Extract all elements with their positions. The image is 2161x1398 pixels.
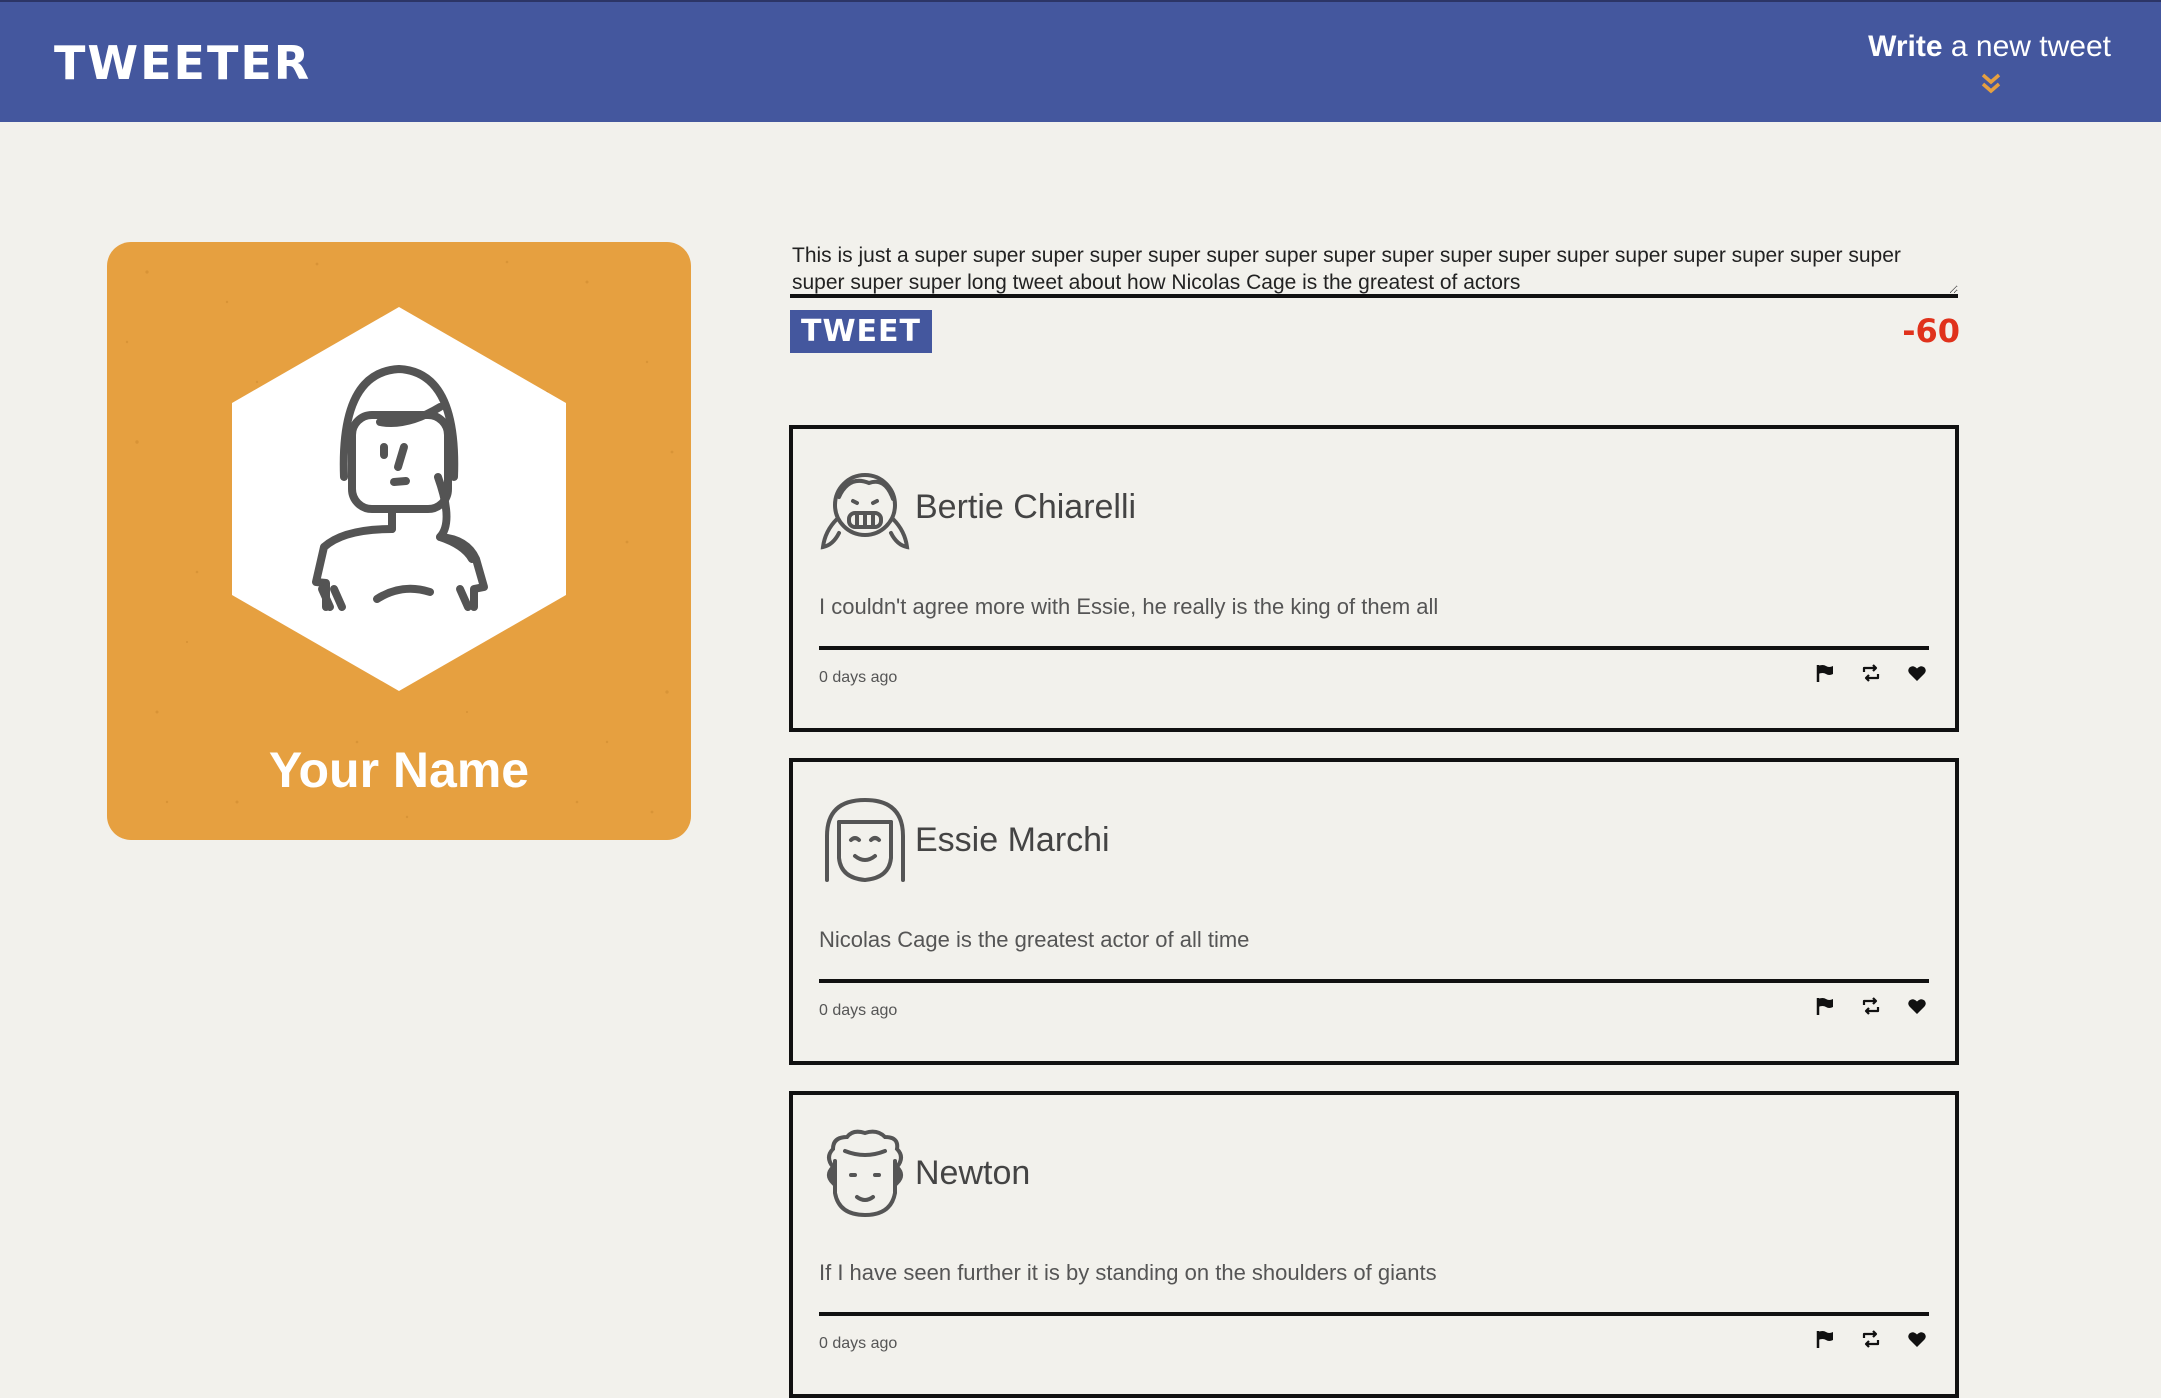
write-new-tweet-toggle[interactable]: Write a new tweet (1851, 28, 2111, 94)
profile-name: Your Name (268, 742, 530, 798)
write-label-bold: Write (1868, 30, 1943, 63)
tweet-divider (819, 646, 1929, 650)
top-nav: TWEETER Write a new tweet (0, 0, 2161, 122)
retweet-icon[interactable] (1861, 663, 1881, 683)
tweet-actions (1815, 663, 1927, 683)
tweet-timestamp: 0 days ago (819, 1002, 898, 1019)
grinning-girl-avatar-icon (820, 473, 910, 550)
curly-hair-man-avatar-icon (827, 1129, 903, 1218)
tweet-divider (819, 1312, 1929, 1316)
heart-icon[interactable] (1907, 996, 1927, 1016)
smiling-girl-avatar-icon (825, 797, 905, 883)
heart-icon[interactable] (1907, 663, 1927, 683)
tweet-timestamp: 0 days ago (819, 1335, 898, 1352)
write-label-rest: a new tweet (1942, 30, 2111, 63)
character-counter: -60 (1902, 312, 1960, 350)
tweet-card: Essie Marchi Nicolas Cage is the greates… (789, 758, 1959, 1065)
flag-icon[interactable] (1815, 663, 1835, 683)
tweet-timestamp: 0 days ago (819, 669, 898, 686)
flag-icon[interactable] (1815, 1329, 1835, 1349)
tweet-author: Newton (915, 1154, 1031, 1192)
new-tweet-form: This is just a super super super super s… (790, 240, 1960, 353)
flag-icon[interactable] (1815, 996, 1835, 1016)
girl-avatar-icon (232, 307, 566, 691)
tweet-card: Newton If I have seen further it is by s… (789, 1091, 1959, 1398)
tweet-divider (819, 979, 1929, 983)
tweet-author: Essie Marchi (915, 821, 1110, 859)
tweet-author: Bertie Chiarelli (915, 488, 1137, 526)
heart-icon[interactable] (1907, 1329, 1927, 1349)
tweet-content: If I have seen further it is by standing… (819, 1260, 1437, 1285)
tweet-card: Bertie Chiarelli I couldn't agree more w… (789, 425, 1959, 732)
retweet-icon[interactable] (1861, 996, 1881, 1016)
retweet-icon[interactable] (1861, 1329, 1881, 1349)
tweet-button[interactable]: TWEET (790, 310, 932, 353)
profile-card: Your Name (107, 242, 691, 840)
double-chevron-down-icon[interactable] (1979, 72, 2003, 96)
tweet-content: Nicolas Cage is the greatest actor of al… (819, 927, 1250, 952)
tweet-actions (1815, 1329, 1927, 1349)
app-logo[interactable]: TWEETER (54, 38, 311, 88)
write-new-tweet-label: Write a new tweet (1851, 28, 2111, 66)
tweet-actions (1815, 996, 1927, 1016)
tweet-textarea[interactable]: This is just a super super super super s… (790, 240, 1958, 298)
tweet-content: I couldn't agree more with Essie, he rea… (819, 594, 1439, 619)
